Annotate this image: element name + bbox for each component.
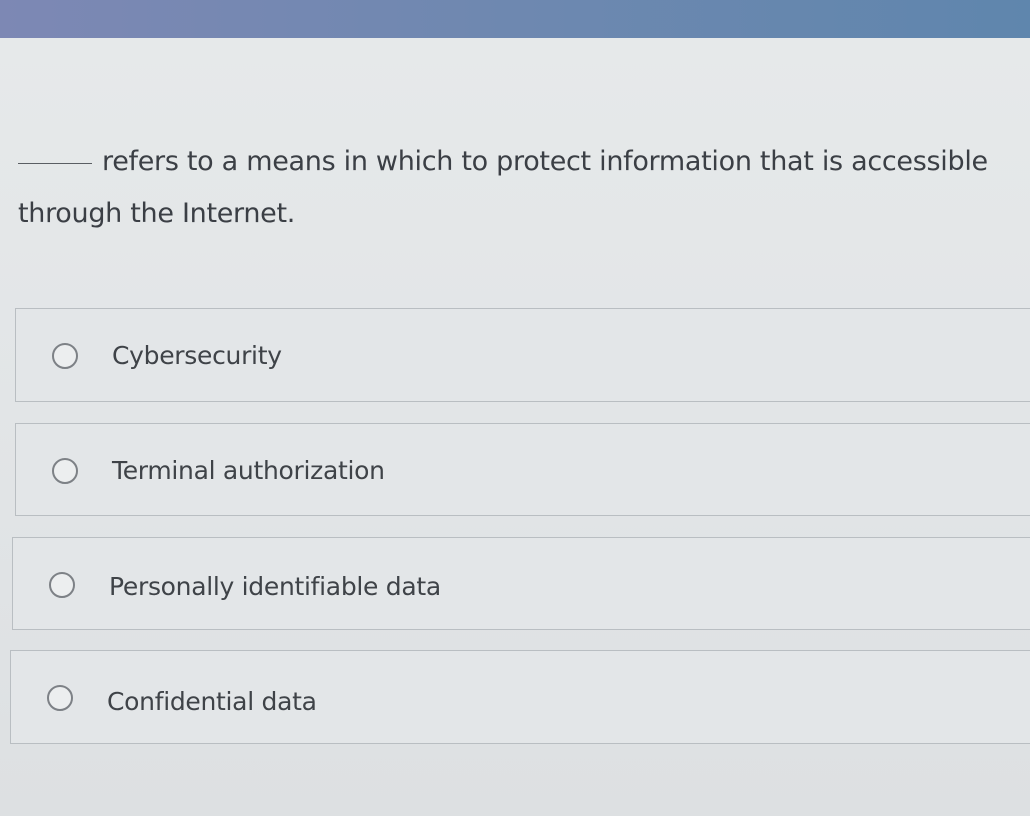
answer-option-cybersecurity[interactable]: Cybersecurity xyxy=(15,308,1030,402)
answer-option-label: Cybersecurity xyxy=(112,341,282,370)
radio-button-icon[interactable] xyxy=(52,343,78,369)
answer-option-label: Personally identifiable data xyxy=(109,572,441,601)
answer-option-label: Confidential data xyxy=(107,687,317,716)
answer-option-label: Terminal authorization xyxy=(112,456,385,485)
answer-option-terminal-authorization[interactable]: Terminal authorization xyxy=(15,423,1030,516)
answer-option-confidential-data[interactable]: Confidential data xyxy=(10,650,1030,744)
radio-button-icon[interactable] xyxy=(47,685,73,711)
answer-option-personally-identifiable-data[interactable]: Personally identifiable data xyxy=(12,537,1030,630)
answer-options: Cybersecurity Terminal authorization Per… xyxy=(0,0,1030,816)
radio-button-icon[interactable] xyxy=(52,458,78,484)
radio-button-icon[interactable] xyxy=(49,572,75,598)
